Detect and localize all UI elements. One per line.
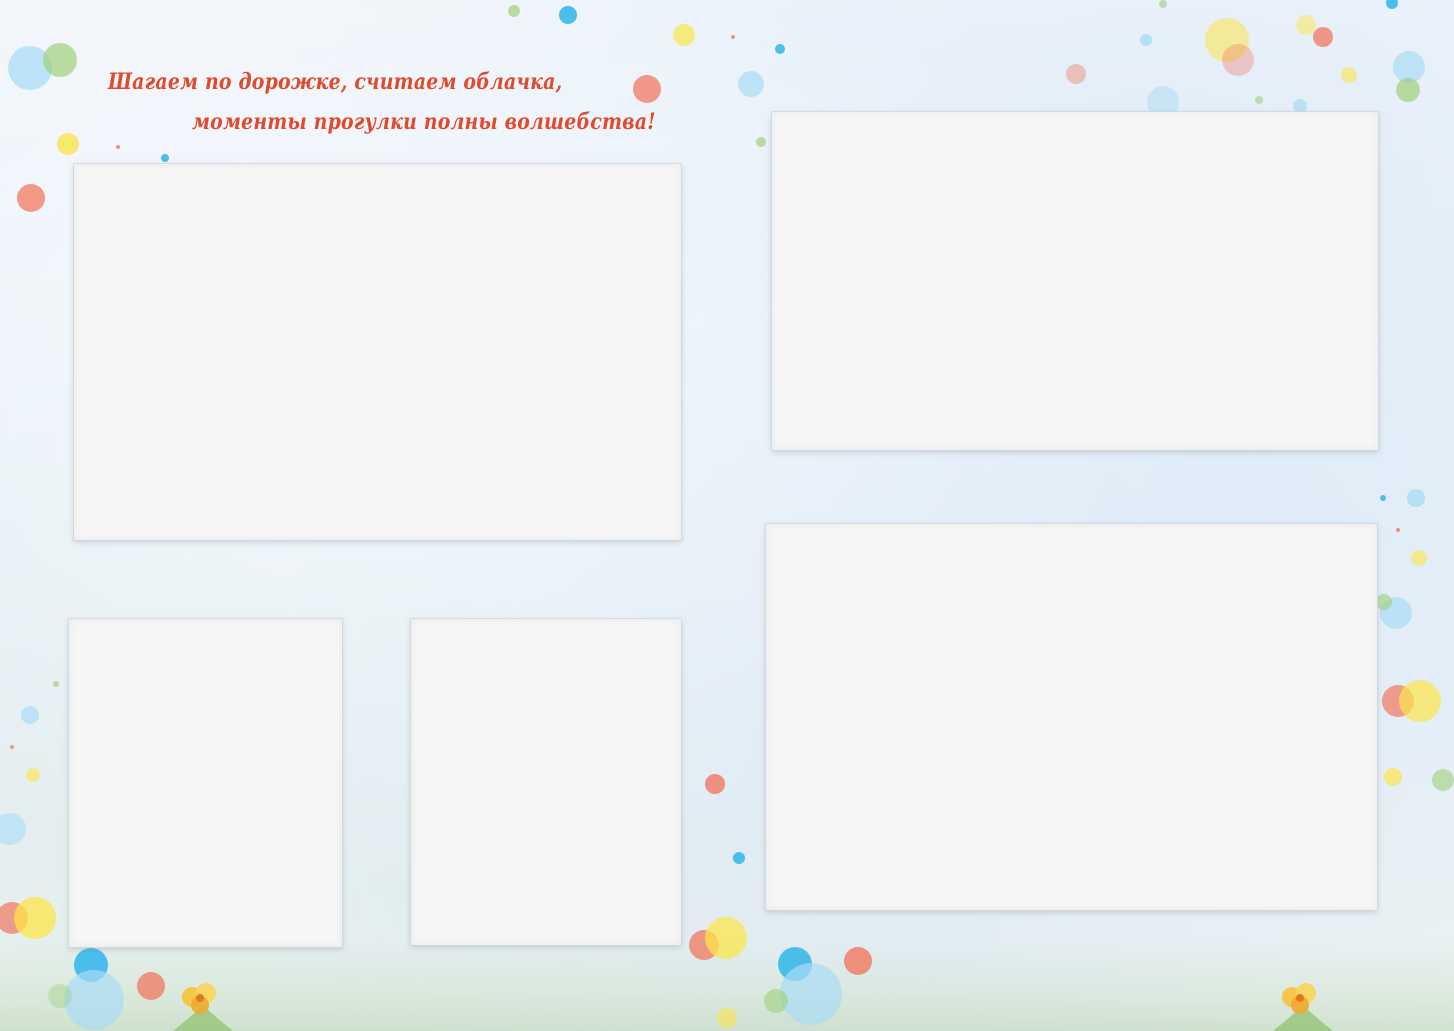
photo-frame-large-top-left[interactable] [74, 164, 681, 540]
confetti-dot [559, 6, 577, 24]
confetti-dot [137, 972, 165, 1000]
headline-line-1: Шагаем по дорожке, считаем облачка, [108, 69, 563, 95]
confetti-dot [21, 706, 39, 724]
confetti-dot [1159, 0, 1167, 8]
photo-frame-small-bottom-left[interactable] [69, 619, 342, 947]
confetti-dot [1313, 27, 1333, 47]
confetti-dot [1380, 495, 1386, 501]
confetti-dot [780, 963, 842, 1025]
confetti-dot [1396, 78, 1420, 102]
confetti-dot [17, 184, 45, 212]
confetti-dot [1140, 34, 1152, 46]
confetti-dot [764, 989, 788, 1013]
confetti-dot [738, 71, 764, 97]
confetti-dot [161, 154, 169, 162]
photo-frame-small-bottom-middle[interactable] [411, 619, 681, 945]
confetti-dot [57, 133, 79, 155]
confetti-dot [1396, 528, 1400, 532]
confetti-dot [756, 137, 766, 147]
confetti-dot [731, 35, 735, 39]
confetti-dot [717, 1008, 737, 1028]
confetti-dot [1432, 769, 1454, 791]
confetti-dot [48, 984, 72, 1008]
confetti-dot [1376, 594, 1392, 610]
flower-icon [1273, 983, 1333, 1031]
flower-icon [173, 983, 233, 1031]
confetti-dot [1066, 64, 1086, 84]
confetti-dot [43, 43, 77, 77]
confetti-dot [673, 24, 695, 46]
headline-line-2: моменты прогулки полны волшебства! [192, 109, 656, 135]
confetti-dot [705, 774, 725, 794]
confetti-dot [1222, 44, 1254, 76]
confetti-dot [705, 917, 747, 959]
confetti-dot [1384, 768, 1402, 786]
confetti-dot [733, 852, 745, 864]
confetti-dot [633, 75, 661, 103]
confetti-dot [844, 947, 872, 975]
confetti-dot [26, 768, 40, 782]
confetti-dot [1341, 67, 1357, 83]
confetti-dot [116, 145, 120, 149]
photo-frame-large-bottom-right[interactable] [766, 524, 1377, 910]
confetti-dot [1407, 489, 1425, 507]
confetti-dot [53, 681, 59, 687]
confetti-dot [508, 5, 520, 17]
confetti-dot [14, 897, 56, 939]
confetti-dot [64, 970, 124, 1030]
photo-collage-page: Шагаем по дорожке, считаем облачка, моме… [0, 0, 1454, 1031]
confetti-dot [1399, 680, 1441, 722]
photo-frame-large-top-right[interactable] [772, 112, 1378, 450]
confetti-dot [775, 44, 785, 54]
confetti-dot [1293, 99, 1307, 113]
confetti-dot [10, 745, 14, 749]
confetti-dot [1255, 96, 1263, 104]
confetti-dot [1411, 550, 1427, 566]
